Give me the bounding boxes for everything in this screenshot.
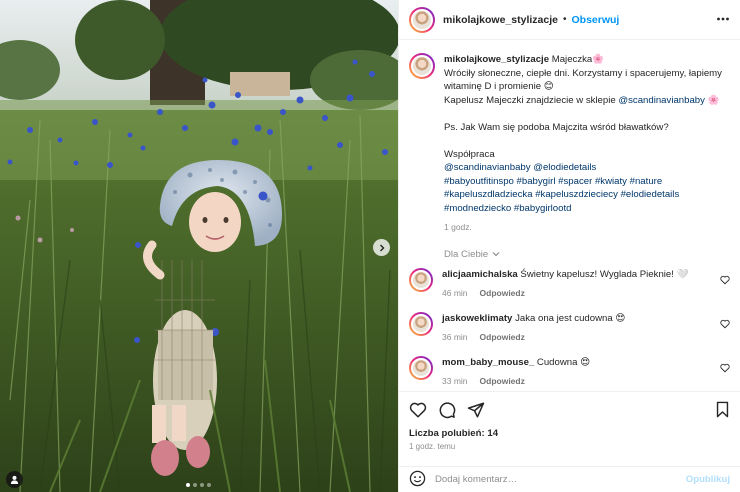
caption-line3-emoji: 🌸 [707, 94, 720, 106]
emoji-button[interactable] [409, 470, 426, 490]
comment-text: Cudowna [536, 356, 578, 368]
send-icon [467, 402, 485, 418]
chevron-down-icon [492, 252, 500, 257]
hashtag-link[interactable]: #nature [630, 176, 663, 187]
comment-item: jaskoweklimaty Jaka ona jest cudowna 😍 3… [399, 311, 740, 342]
header-separator: • [562, 14, 567, 25]
comment-like-button[interactable] [720, 363, 730, 376]
author-username[interactable]: mikolajkowe_stylizacje [443, 14, 558, 26]
share-button[interactable] [467, 401, 485, 419]
more-options-button[interactable] [716, 12, 730, 29]
comment-time[interactable]: 46 min [442, 288, 468, 298]
smiley-icon [409, 470, 426, 486]
mention-link[interactable]: @scandinavianbaby [444, 162, 531, 173]
more-horizontal-icon [717, 17, 729, 21]
avatar[interactable] [409, 6, 435, 33]
avatar[interactable] [409, 267, 433, 292]
caption-timestamp[interactable]: 1 godz. [444, 221, 730, 235]
likes-label: Liczba polubień: [409, 428, 485, 439]
hashtag-link[interactable]: #kapeluszdzieciecy [535, 189, 618, 200]
reply-button[interactable]: Odpowiedz [480, 288, 525, 298]
comment-username[interactable]: alicjaamichalska [442, 269, 518, 280]
follow-button[interactable]: Obserwuj [572, 14, 620, 26]
caption-ps: Ps. Jak Wam się podoba Majczita wśród bł… [444, 121, 669, 133]
hashtag-link[interactable]: #kwiaty [595, 176, 627, 187]
caption-line2-emoji: 😊 [543, 81, 554, 92]
hashtag-link[interactable]: #elodiedetails [621, 189, 680, 200]
like-button[interactable] [409, 401, 427, 419]
comment-emoji: 🤍 [676, 268, 689, 280]
caption-collab-label: Współpraca [444, 148, 495, 160]
comment-username[interactable]: jaskoweklimaty [442, 313, 512, 324]
hashtag-link[interactable]: #spacer [558, 176, 592, 187]
hashtag-link[interactable]: #modnedziecko [444, 203, 511, 214]
heart-icon [409, 402, 427, 418]
comment-emoji: 😍 [580, 356, 591, 368]
comment-time[interactable]: 33 min [442, 376, 468, 386]
heart-icon [720, 275, 730, 284]
save-button[interactable] [714, 401, 731, 421]
post-comment-button[interactable]: Opublikuj [686, 474, 730, 485]
action-bar [399, 392, 740, 428]
mention-link[interactable]: @elodiedetails [533, 162, 596, 173]
reply-button[interactable]: Odpowiedz [480, 376, 525, 386]
carousel-indicator [186, 483, 211, 487]
carousel-dot [207, 483, 211, 487]
post-age[interactable]: 1 godz. temu [399, 439, 740, 451]
user-icon [10, 475, 19, 484]
caption-title: Majeczka [551, 54, 593, 65]
comment-item: alicjaamichalska Świetny kapelusz! Wygla… [399, 267, 740, 298]
caption-line1: Wróciły słoneczne, ciepłe dni. Korzystam… [444, 67, 722, 79]
likes-number: 14 [487, 428, 499, 439]
post-details-panel: mikolajkowe_stylizacje • Obserwuj mikola… [398, 0, 740, 492]
comment-button[interactable] [438, 401, 456, 419]
reply-button[interactable]: Odpowiedz [480, 332, 525, 342]
tagged-users-button[interactable] [6, 471, 23, 488]
caption-line3: Kapelusz Majeczki znajdziecie w sklepie [444, 94, 616, 106]
add-comment-bar: Opublikuj [399, 466, 740, 492]
post-caption: mikolajkowe_stylizacje Majeczka🌸 Wróciły… [399, 41, 740, 235]
carousel-dot [193, 483, 197, 487]
caption-line2: witaminę D i promienie [444, 81, 542, 92]
post-photo [0, 0, 398, 492]
avatar[interactable] [409, 355, 433, 380]
caption-username[interactable]: mikolajkowe_stylizacje [444, 54, 549, 65]
comment-input[interactable] [435, 474, 675, 485]
post-media[interactable] [0, 0, 398, 492]
avatar[interactable] [409, 311, 433, 336]
for-you-label: Dla Ciebie [444, 248, 489, 260]
mention-link[interactable]: @scandinavianbaby [618, 95, 705, 106]
post-actions-section: Liczba polubień: 14 1 godz. temu [399, 391, 740, 451]
next-image-button[interactable] [373, 239, 390, 256]
likes-count[interactable]: Liczba polubień: 14 [399, 428, 740, 439]
comment-username[interactable]: mom_baby_mouse_ [442, 357, 534, 368]
comment-like-button[interactable] [720, 319, 730, 332]
comment-icon [439, 402, 456, 419]
carousel-dot [186, 483, 190, 487]
caption-title-emoji: 🌸 [592, 54, 605, 65]
comment-time[interactable]: 36 min [442, 332, 468, 342]
hashtag-link[interactable]: #babygirl [517, 176, 556, 187]
hashtag-link[interactable]: #babyoutfitinspo [444, 176, 514, 187]
chevron-right-icon [379, 244, 384, 251]
comment-text: Świetny kapelusz! Wyglada Pieknie! [520, 268, 674, 280]
for-you-sort-button[interactable]: Dla Ciebie [444, 249, 740, 260]
heart-icon [720, 319, 730, 328]
comment-emoji: 😍 [615, 312, 626, 324]
comment-text: Jaka ona jest cudowna [515, 312, 613, 324]
post-header: mikolajkowe_stylizacje • Obserwuj [399, 0, 740, 40]
comment-like-button[interactable] [720, 275, 730, 288]
carousel-dot [200, 483, 204, 487]
bookmark-icon [716, 401, 729, 418]
comment-item: mom_baby_mouse_ Cudowna 😍 33 min Odpowied… [399, 355, 740, 386]
heart-icon [720, 363, 730, 372]
hashtag-link[interactable]: #kapeluszdladziecka [444, 189, 533, 200]
avatar[interactable] [409, 53, 435, 79]
hashtag-link[interactable]: #babygirlootd [514, 203, 572, 214]
comments-scroll-area[interactable]: mikolajkowe_stylizacje Majeczka🌸 Wróciły… [399, 41, 740, 391]
